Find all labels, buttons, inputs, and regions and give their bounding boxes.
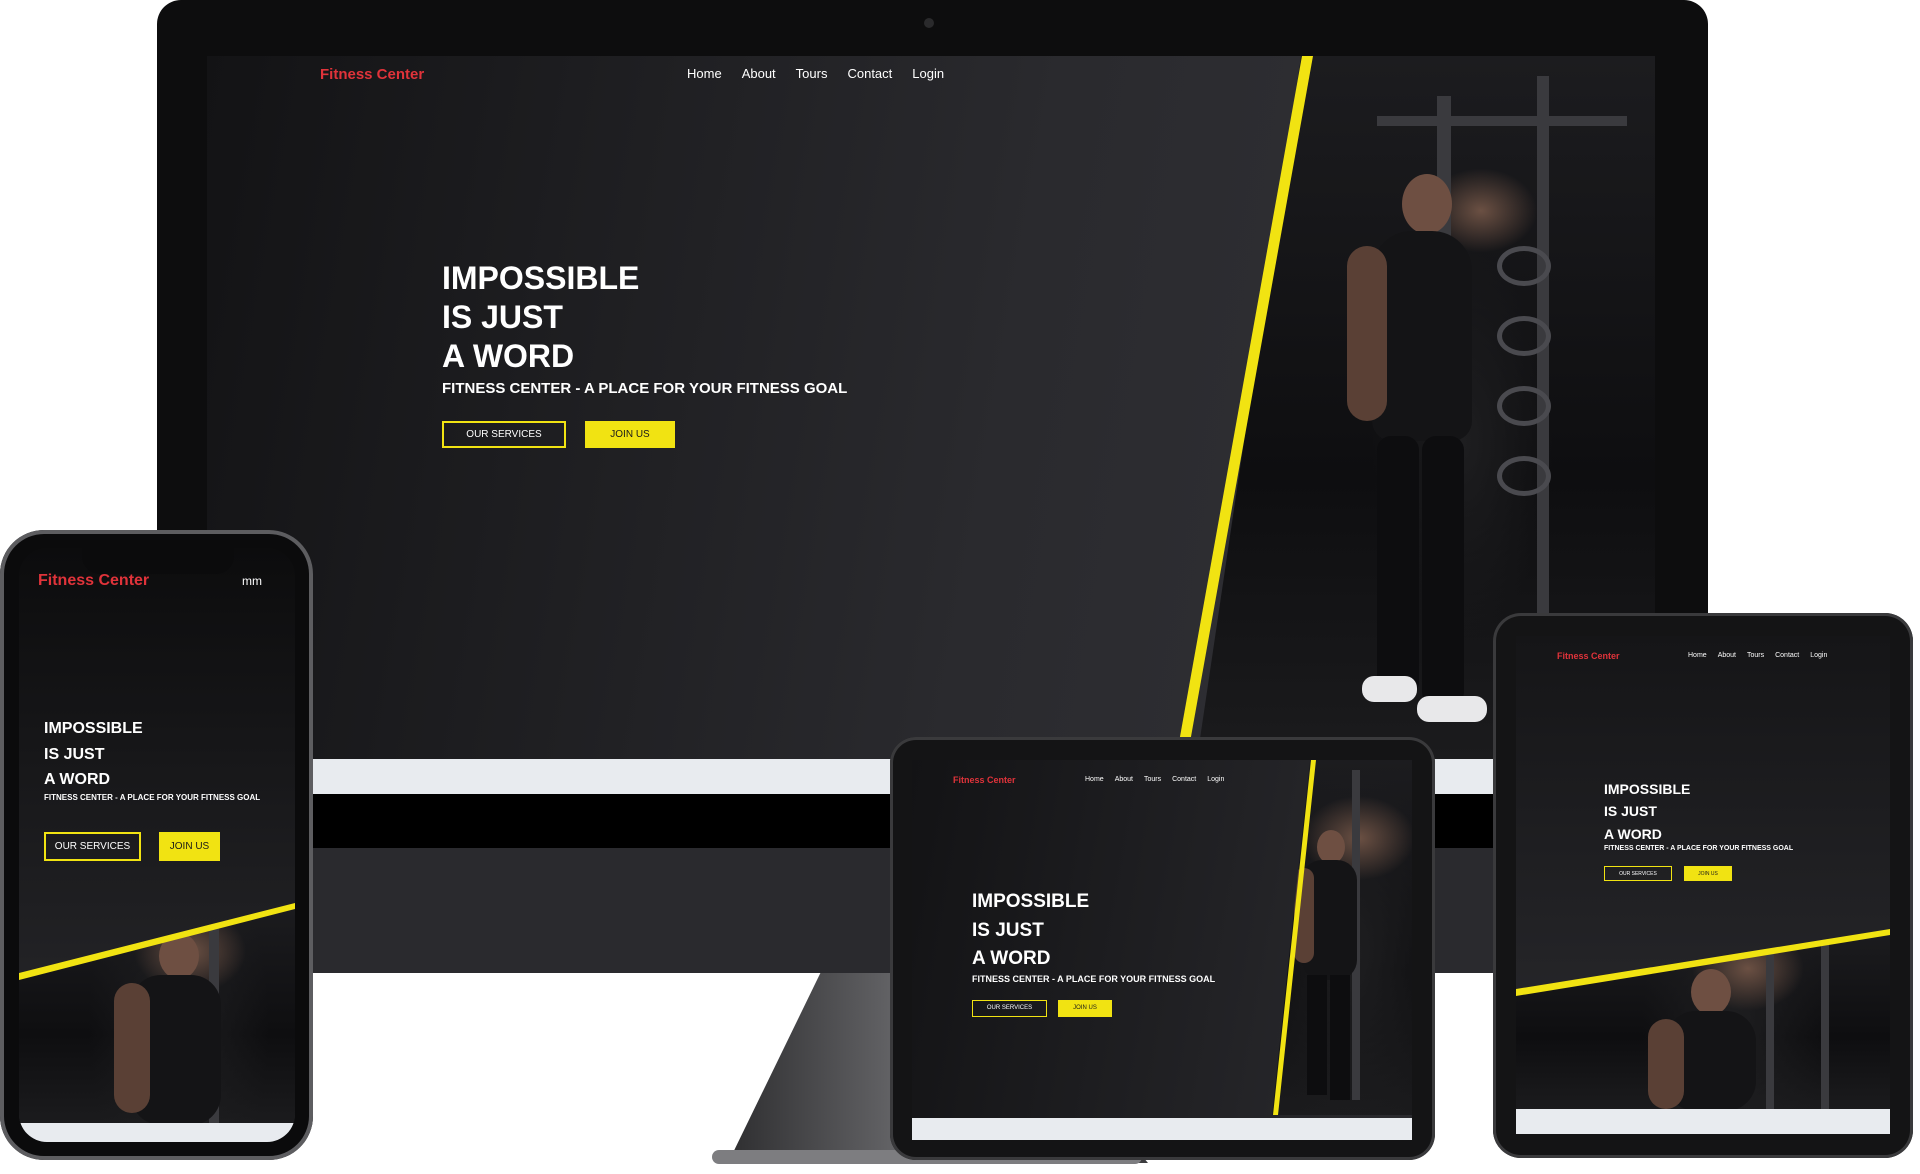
tablet-nav-about[interactable]: About xyxy=(1115,776,1133,783)
tablet2-nav-login[interactable]: Login xyxy=(1810,652,1827,659)
tablet2-nav-tours[interactable]: Tours xyxy=(1747,652,1764,659)
tablet-nav-home[interactable]: Home xyxy=(1085,776,1104,783)
camera-dot xyxy=(924,18,934,28)
tablet-hero-text: IMPOSSIBLE IS JUST A WORD FITNESS CENTER… xyxy=(972,888,1215,1017)
tablet2-hero-text: IMPOSSIBLE IS JUST A WORD FITNESS CENTER… xyxy=(1604,778,1794,882)
nav-login[interactable]: Login xyxy=(912,66,944,81)
tablet-nav-login[interactable]: Login xyxy=(1207,776,1224,783)
tablet-brand-logo[interactable]: Fitness Center xyxy=(953,775,1016,785)
phone-our-services-button[interactable]: OUR SERVICES xyxy=(44,831,141,861)
tablet-portrait-screen: Fitness Center Home About Tours Contact … xyxy=(1516,636,1890,1134)
phone-join-us-button[interactable]: JOIN US xyxy=(159,831,220,861)
tablet-nav-tours[interactable]: Tours xyxy=(1144,776,1161,783)
tablet2-join-us-button[interactable]: JOIN US xyxy=(1684,866,1732,882)
join-us-button[interactable]: JOIN US xyxy=(585,421,675,449)
tablet2-nav-home[interactable]: Home xyxy=(1688,652,1707,659)
phone-hero-text: IMPOSSIBLE IS JUST A WORD FITNESS CENTER… xyxy=(44,716,260,861)
hero-heading-line-1: IMPOSSIBLE xyxy=(442,260,640,296)
tablet-join-us-button[interactable]: JOIN US xyxy=(1058,999,1112,1017)
tablet2-footer-strip xyxy=(1516,1109,1890,1134)
phone-menu-toggle[interactable]: mm xyxy=(242,574,262,588)
hero-subtitle: FITNESS CENTER - A PLACE FOR YOUR FITNES… xyxy=(442,380,848,398)
phone-brand-logo[interactable]: Fitness Center xyxy=(38,572,149,590)
brand-logo[interactable]: Fitness Center xyxy=(320,66,424,83)
phone-hero-subtitle: FITNESS CENTER - A PLACE FOR YOUR FITNES… xyxy=(44,792,261,802)
hero-heading-line-2: IS JUST xyxy=(442,299,563,336)
desktop-screen: Fitness Center Home About Tours Contact … xyxy=(207,56,1655,759)
yellow-diagonal-stripe xyxy=(1176,56,1313,759)
tablet-footer-strip xyxy=(912,1118,1412,1140)
nav-about[interactable]: About xyxy=(742,66,776,81)
tablet-hero-line-1: IMPOSSIBLE xyxy=(972,891,1090,912)
nav-contact[interactable]: Contact xyxy=(847,66,892,81)
tablet-hero-line-2: IS JUST xyxy=(972,919,1044,941)
tablet2-hero-line-3: A WORD xyxy=(1604,825,1662,842)
tablet2-hero-line-1: IMPOSSIBLE xyxy=(1604,781,1691,797)
phone-hero-line-2: IS JUST xyxy=(44,745,105,763)
tablet-our-services-button[interactable]: OUR SERVICES xyxy=(972,999,1047,1017)
phone-notch xyxy=(82,548,234,574)
tablet2-brand-logo[interactable]: Fitness Center xyxy=(1557,651,1620,661)
top-nav: Home About Tours Contact Login xyxy=(687,66,944,81)
tablet2-hero-line-2: IS JUST xyxy=(1604,803,1657,820)
our-services-button[interactable]: OUR SERVICES xyxy=(442,421,566,449)
hero-text-block: IMPOSSIBLE IS JUST A WORD FITNESS CENTER… xyxy=(442,259,848,449)
phone-yellow-diagonal xyxy=(19,903,295,980)
tablet-hero-subtitle: FITNESS CENTER - A PLACE FOR YOUR FITNES… xyxy=(972,973,1216,984)
tablet2-nav-contact[interactable]: Contact xyxy=(1775,652,1799,659)
phone-hero-line-3: A WORD xyxy=(44,771,111,789)
tablet-top-nav: Home About Tours Contact Login xyxy=(1085,776,1224,783)
tablet2-top-nav: Home About Tours Contact Login xyxy=(1688,652,1827,659)
phone-screen: Fitness Center mm IMPOSSIBLE IS JUST A W… xyxy=(19,548,295,1142)
tablet-nav-contact[interactable]: Contact xyxy=(1172,776,1196,783)
phone-footer-strip xyxy=(19,1123,295,1142)
hero-heading-line-3: A WORD xyxy=(442,338,575,375)
nav-home[interactable]: Home xyxy=(687,66,722,81)
phone-hero-line-1: IMPOSSIBLE xyxy=(44,720,143,737)
tablet2-our-services-button[interactable]: OUR SERVICES xyxy=(1604,866,1672,882)
nav-tours[interactable]: Tours xyxy=(796,66,828,81)
tablet2-yellow-diagonal xyxy=(1516,929,1890,996)
tablet-hero-line-3: A WORD xyxy=(972,948,1051,969)
tablet2-hero-subtitle: FITNESS CENTER - A PLACE FOR YOUR FITNES… xyxy=(1604,845,1794,853)
tablet2-nav-about[interactable]: About xyxy=(1718,652,1736,659)
tablet-landscape-screen: Fitness Center Home About Tours Contact … xyxy=(912,760,1412,1140)
